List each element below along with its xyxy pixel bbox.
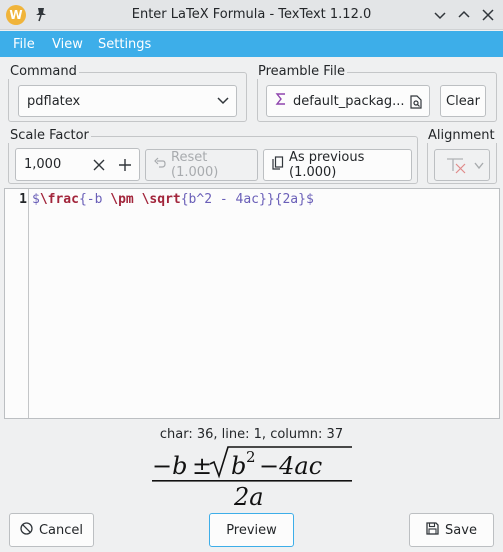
fraction-bar [152, 480, 352, 482]
undo-icon [154, 157, 166, 173]
code-command: \frac [39, 192, 79, 207]
alignment-icon [445, 157, 467, 179]
formula-minus-4ac: −4ac [259, 452, 322, 480]
save-label: Save [445, 522, 477, 538]
formula-preview: −b ± b 2 −4ac 2a [152, 446, 352, 510]
menu-view[interactable]: View [52, 37, 83, 52]
code-token: {b^2 - 4ac}}{2a}$ [180, 192, 314, 207]
save-icon [426, 521, 439, 539]
command-select[interactable]: pdflatex [18, 85, 237, 117]
menu-bar: File View Settings [0, 31, 503, 57]
window-title: Enter LaTeX Formula - TexText 1.12.0 [131, 7, 372, 22]
scale-factor-input[interactable]: 1,000 [15, 148, 140, 181]
preview-button[interactable]: Preview [209, 513, 294, 547]
clear-preamble-button[interactable]: Clear [440, 85, 486, 117]
as-previous-button[interactable]: As previous (1.000) [263, 149, 412, 181]
code-token: $ [32, 192, 40, 207]
minimize-button[interactable] [431, 6, 449, 24]
formula-denominator: 2a [233, 483, 264, 510]
close-window-button[interactable] [479, 6, 497, 24]
cancel-label: Cancel [38, 522, 84, 538]
chevron-down-icon [473, 160, 485, 175]
save-button[interactable]: Save [409, 513, 494, 547]
copy-icon [272, 156, 284, 174]
preamble-file-name: default_packag... [293, 93, 405, 109]
menu-settings[interactable]: Settings [98, 37, 151, 52]
cancel-icon [20, 521, 33, 539]
chevron-down-icon [216, 95, 230, 111]
menu-file[interactable]: File [13, 37, 35, 52]
latex-editor[interactable]: 1 $\frac{-b \pm \sqrt{b^2 - 4ac}}{2a}$ [4, 188, 500, 419]
alignment-select[interactable] [434, 149, 490, 181]
reset-scale-button[interactable]: Reset (1.000) [145, 149, 258, 181]
clear-icon[interactable] [92, 158, 106, 176]
title-bar: W Enter LaTeX Formula - TexText 1.12.0 [0, 0, 503, 30]
line-number: 1 [19, 192, 27, 207]
preamble-file-button[interactable]: default_packag... [266, 85, 430, 117]
formula-b: b [231, 452, 246, 480]
code-command: \sqrt [141, 192, 181, 207]
scale-factor-group-label: Scale Factor [8, 128, 91, 143]
command-group-label: Command [8, 64, 79, 79]
formula-pm: ± [192, 452, 212, 480]
alignment-group-label: Alignment [426, 128, 497, 143]
preamble-group-label: Preamble File [256, 64, 348, 79]
reset-scale-label: Reset (1.000) [171, 150, 219, 180]
code-command: \pm [110, 192, 134, 207]
formula-minus-b: −b [152, 452, 187, 480]
line-number-gutter: 1 [5, 189, 29, 418]
latex-code-line[interactable]: $\frac{-b \pm \sqrt{b^2 - 4ac}}{2a}$ [32, 192, 314, 207]
cancel-button[interactable]: Cancel [9, 513, 94, 547]
cursor-status: char: 36, line: 1, column: 37 [159, 427, 344, 442]
as-previous-label: As previous (1.000) [289, 150, 365, 180]
command-selected-value: pdflatex [27, 93, 81, 109]
scale-factor-value: 1,000 [24, 157, 62, 172]
formula-exponent: 2 [246, 448, 256, 466]
increase-icon[interactable] [118, 158, 132, 176]
code-token: {-b [78, 192, 111, 207]
open-document-icon [410, 95, 422, 113]
maximize-button[interactable] [455, 6, 473, 24]
latex-sum-icon [274, 92, 288, 110]
